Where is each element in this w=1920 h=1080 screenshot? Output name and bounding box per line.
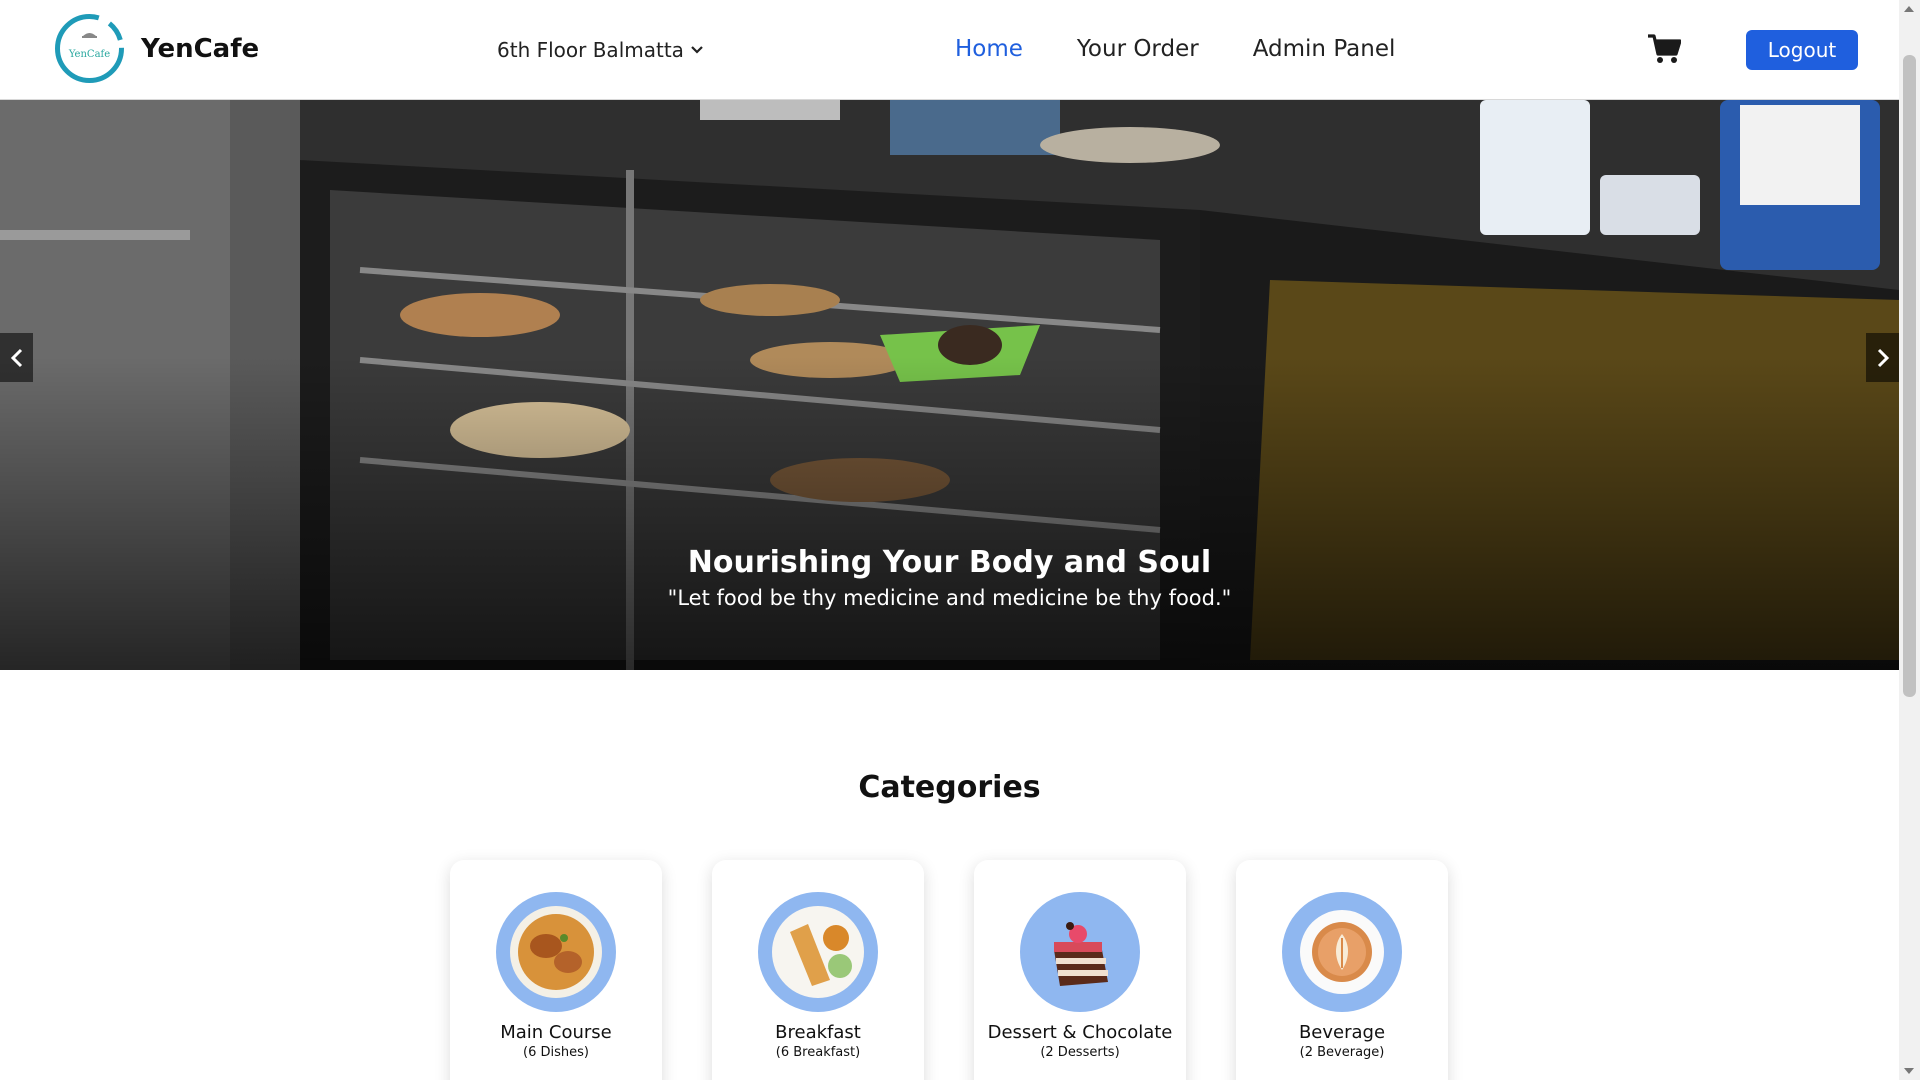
svg-text:YenCafe: YenCafe: [68, 49, 110, 60]
location-label: 6th Floor Balmatta: [497, 38, 684, 62]
category-count: (2 Desserts): [1040, 1045, 1120, 1060]
page: YenCafe YenCafe 6th Floor Balmatta Home …: [0, 0, 1899, 1080]
navbar: YenCafe YenCafe 6th Floor Balmatta Home …: [0, 0, 1899, 100]
location-dropdown[interactable]: 6th Floor Balmatta: [497, 38, 704, 62]
category-list: Main Course (6 Dishes) Breakfast (6 Brea…: [450, 860, 1448, 1080]
category-name: Beverage: [1298, 1022, 1386, 1043]
category-name: Main Course: [500, 1022, 612, 1043]
cake-icon: [1054, 922, 1108, 986]
dosa-icon: [772, 906, 864, 998]
category-thumb: [1282, 892, 1402, 1012]
biryani-icon: [510, 906, 602, 998]
category-count: (6 Dishes): [523, 1045, 589, 1060]
page-scrollbar[interactable]: [1899, 0, 1920, 1080]
brand[interactable]: YenCafe YenCafe: [53, 12, 259, 85]
cart-icon[interactable]: [1647, 33, 1681, 65]
nav-your-order[interactable]: Your Order: [1077, 36, 1199, 62]
category-thumb: [496, 892, 616, 1012]
carousel-next-button[interactable]: [1866, 333, 1899, 382]
hero-caption: Nourishing Your Body and Soul "Let food …: [0, 545, 1899, 610]
hero-title: Nourishing Your Body and Soul: [687, 545, 1212, 580]
category-card-main-course[interactable]: Main Course (6 Dishes): [450, 860, 662, 1080]
nav-home[interactable]: Home: [955, 36, 1023, 62]
category-thumb: [1020, 892, 1140, 1012]
categories-title: Categories: [858, 770, 1041, 805]
main-nav: Home Your Order Admin Panel: [955, 36, 1395, 62]
category-card-breakfast[interactable]: Breakfast (6 Breakfast): [712, 860, 924, 1080]
category-count: (2 Beverage): [1299, 1045, 1385, 1060]
chevron-left-icon: [10, 348, 22, 367]
category-name: Breakfast: [775, 1022, 861, 1043]
scroll-thumb[interactable]: [1903, 55, 1916, 697]
category-card-dessert-chocolate[interactable]: Dessert & Chocolate (2 Desserts): [974, 860, 1186, 1080]
hero-carousel: Nourishing Your Body and Soul "Let food …: [0, 100, 1899, 670]
carousel-prev-button[interactable]: [0, 333, 33, 382]
category-count: (6 Breakfast): [775, 1045, 861, 1060]
logout-button[interactable]: Logout: [1746, 30, 1858, 70]
coffee-icon: [1300, 910, 1384, 994]
scroll-up-icon[interactable]: [1904, 6, 1914, 12]
yencafe-logo: YenCafe: [55, 14, 124, 83]
scroll-down-icon[interactable]: [1904, 1068, 1914, 1074]
hero-quote: "Let food be thy medicine and medicine b…: [667, 586, 1232, 610]
category-name: Dessert & Chocolate: [987, 1022, 1173, 1043]
brand-name: YenCafe: [141, 33, 260, 64]
chevron-down-icon: [691, 46, 703, 54]
category-thumb: [758, 892, 878, 1012]
category-card-beverage[interactable]: Beverage (2 Beverage): [1236, 860, 1448, 1080]
chevron-right-icon: [1877, 348, 1889, 367]
nav-admin-panel[interactable]: Admin Panel: [1253, 36, 1396, 62]
